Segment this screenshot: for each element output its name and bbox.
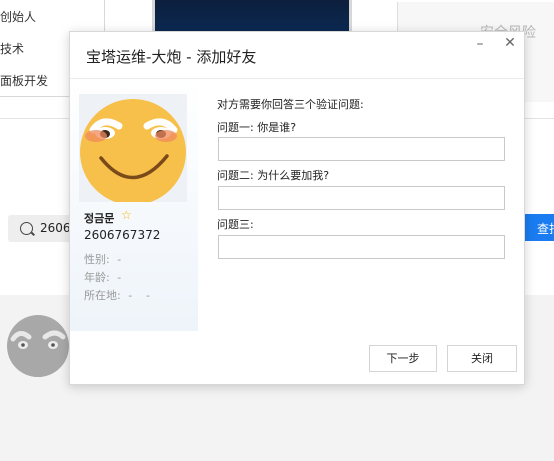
age-label: 年龄: xyxy=(84,271,110,284)
search-value: 2606 xyxy=(40,221,71,235)
background-avatar xyxy=(7,315,69,377)
smiley-face-icon xyxy=(79,94,187,205)
location-label: 所在地: xyxy=(84,289,121,302)
profile-name: 정금문 xyxy=(84,212,115,225)
question-1-label: 问题一: 你是谁? xyxy=(217,121,297,134)
next-step-button[interactable]: 下一步 xyxy=(369,345,437,372)
gray-smiley-icon xyxy=(8,320,68,377)
location-value: - - xyxy=(128,289,151,302)
gender-value: - xyxy=(117,253,122,266)
question-3-label: 问题三: xyxy=(217,218,254,231)
background-search-box[interactable]: 2606 xyxy=(8,215,78,242)
minimize-icon[interactable]: – xyxy=(472,36,488,52)
question-1-answer[interactable] xyxy=(218,137,505,161)
profile-panel: 정금문 ☆ 2606767372 性别: - 年龄: - 所在地: - - xyxy=(70,79,198,331)
profile-gender: 性别: - xyxy=(84,251,121,267)
profile-age: 年龄: - xyxy=(84,269,121,285)
gender-label: 性别: xyxy=(84,253,110,266)
close-icon[interactable]: ✕ xyxy=(502,35,518,51)
add-friend-dialog: 宝塔运维-大炮 - 添加好友 – ✕ 정금문 ☆ 2606767372 性别: xyxy=(69,31,525,385)
menu-item[interactable]: 面板开发 xyxy=(0,72,48,89)
question-2-answer[interactable] xyxy=(218,186,505,210)
question-3-answer[interactable] xyxy=(218,235,505,259)
profile-location: 所在地: - - xyxy=(84,287,150,303)
age-value: - xyxy=(117,271,122,284)
verification-intro: 对方需要你回答三个验证问题: xyxy=(217,98,364,111)
menu-item[interactable]: 技术 xyxy=(0,40,24,57)
profile-uid: 2606767372 xyxy=(84,228,161,242)
close-button[interactable]: 关闭 xyxy=(447,345,517,372)
background-search-button[interactable]: 查找 xyxy=(525,214,554,241)
menu-item[interactable]: 创始人 xyxy=(0,8,36,25)
search-icon xyxy=(20,222,33,235)
star-icon: ☆ xyxy=(121,208,132,222)
avatar xyxy=(79,94,187,205)
question-2-label: 问题二: 为什么要加我? xyxy=(217,169,330,182)
dialog-title: 宝塔运维-大炮 - 添加好友 xyxy=(86,48,257,66)
